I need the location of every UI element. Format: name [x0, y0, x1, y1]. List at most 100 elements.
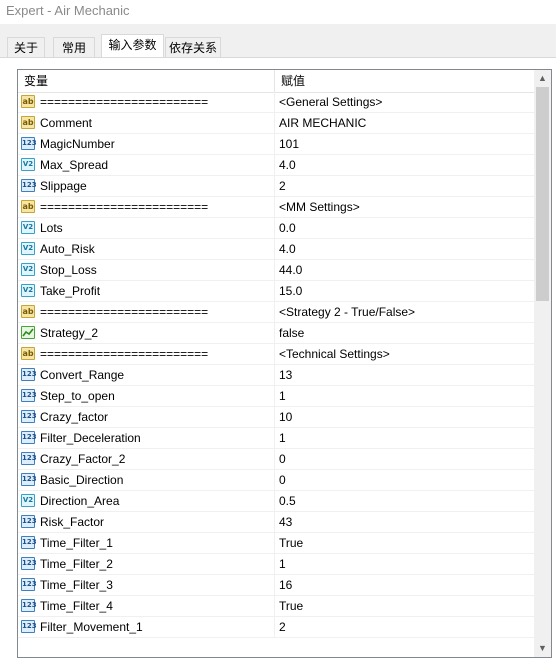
cell-divider [274, 470, 275, 491]
table-row[interactable]: V2 Direction_Area 0.5 [18, 491, 534, 512]
cell-divider [274, 575, 275, 596]
grid-rows: ab ======================== <General Setti… [18, 92, 534, 638]
variable-name: Take_Profit [40, 284, 101, 298]
variable-value[interactable]: 0.5 [279, 491, 296, 511]
parameters-grid[interactable]: 变量 赋值 ab ======================== <General… [17, 69, 552, 658]
cell-divider [274, 386, 275, 407]
scroll-down-icon[interactable]: ▼ [534, 640, 551, 657]
variable-value[interactable]: <MM Settings> [279, 197, 360, 217]
double-icon: V2 [21, 284, 35, 297]
variable-value[interactable]: 0 [279, 449, 286, 469]
table-row[interactable]: ab ======================== <Strategy 2 - … [18, 302, 534, 323]
integer-icon: 123 [21, 620, 37, 633]
cell-divider [274, 92, 275, 113]
tab-about[interactable]: 关于 [7, 37, 45, 57]
cell-divider [274, 281, 275, 302]
variable-name: ======================== [40, 200, 209, 214]
variable-value[interactable]: <General Settings> [279, 92, 382, 112]
table-row[interactable]: 123 Crazy_Factor_2 0 [18, 449, 534, 470]
table-row[interactable]: V2 Auto_Risk 4.0 [18, 239, 534, 260]
text-icon: ab [21, 95, 35, 108]
scroll-up-icon[interactable]: ▲ [534, 70, 551, 87]
cell-divider [274, 428, 275, 449]
integer-icon: 123 [21, 599, 37, 612]
column-divider[interactable] [274, 70, 275, 92]
integer-icon: 123 [21, 389, 37, 402]
table-row[interactable]: 123 Time_Filter_2 1 [18, 554, 534, 575]
tab-common[interactable]: 常用 [53, 37, 95, 57]
variable-name: Filter_Deceleration [40, 431, 141, 445]
table-row[interactable]: 123 Time_Filter_1 True [18, 533, 534, 554]
tab-dependencies[interactable]: 依存关系 [165, 37, 221, 57]
variable-value[interactable]: 15.0 [279, 281, 302, 301]
variable-value[interactable]: <Technical Settings> [279, 344, 390, 364]
table-row[interactable]: V2 Max_Spread 4.0 [18, 155, 534, 176]
table-row[interactable]: ab ======================== <General Setti… [18, 92, 534, 113]
variable-name: Comment [40, 116, 93, 130]
variable-value[interactable]: 0 [279, 470, 286, 490]
cell-divider [274, 449, 275, 470]
variable-name: Step_to_open [40, 389, 115, 403]
table-row[interactable]: 123 MagicNumber 101 [18, 134, 534, 155]
table-row[interactable]: 123 Filter_Movement_1 2 [18, 617, 534, 638]
table-row[interactable]: 123 Time_Filter_3 16 [18, 575, 534, 596]
table-row[interactable]: Strategy_2 false [18, 323, 534, 344]
table-row[interactable]: V2 Lots 0.0 [18, 218, 534, 239]
variable-value[interactable]: 1 [279, 428, 286, 448]
variable-value[interactable]: AIR MECHANIC [279, 113, 366, 133]
integer-icon: 123 [21, 452, 37, 465]
scroll-thumb[interactable] [536, 87, 549, 301]
variable-value[interactable]: 16 [279, 575, 292, 595]
variable-name: Time_Filter_1 [40, 536, 113, 550]
table-row[interactable]: V2 Take_Profit 15.0 [18, 281, 534, 302]
variable-value[interactable]: 2 [279, 176, 286, 196]
table-row[interactable]: 123 Time_Filter_4 True [18, 596, 534, 617]
variable-value[interactable]: 10 [279, 407, 292, 427]
cell-divider [274, 239, 275, 260]
table-row[interactable]: ab ======================== <Technical Set… [18, 344, 534, 365]
variable-value[interactable]: 0.0 [279, 218, 296, 238]
variable-value[interactable]: 101 [279, 134, 299, 154]
variable-name: Filter_Movement_1 [40, 620, 143, 634]
variable-name: Direction_Area [40, 494, 120, 508]
variable-name: Basic_Direction [40, 473, 124, 487]
variable-name: ======================== [40, 305, 209, 319]
variable-value[interactable]: 1 [279, 554, 286, 574]
window-title: Expert - Air Mechanic [0, 0, 556, 24]
variable-value[interactable]: 44.0 [279, 260, 302, 280]
variable-value[interactable]: 43 [279, 512, 292, 532]
table-row[interactable]: 123 Crazy_factor 10 [18, 407, 534, 428]
table-row[interactable]: 123 Risk_Factor 43 [18, 512, 534, 533]
table-row[interactable]: 123 Step_to_open 1 [18, 386, 534, 407]
column-header-value[interactable]: 赋值 [281, 70, 305, 92]
variable-value[interactable]: 2 [279, 617, 286, 637]
cell-divider [274, 596, 275, 617]
variable-value[interactable]: 13 [279, 365, 292, 385]
variable-value[interactable]: 4.0 [279, 239, 296, 259]
cell-divider [274, 323, 275, 344]
variable-value[interactable]: True [279, 596, 303, 616]
tab-bar: 关于 常用 输入参数 依存关系 [0, 24, 556, 58]
variable-value[interactable]: 1 [279, 386, 286, 406]
table-row[interactable]: 123 Slippage 2 [18, 176, 534, 197]
text-icon: ab [21, 347, 35, 360]
integer-icon: 123 [21, 536, 37, 549]
tab-inputs[interactable]: 输入参数 [101, 34, 164, 58]
table-row[interactable]: 123 Filter_Deceleration 1 [18, 428, 534, 449]
table-row[interactable]: 123 Basic_Direction 0 [18, 470, 534, 491]
integer-icon: 123 [21, 410, 37, 423]
variable-name: MagicNumber [40, 137, 115, 151]
cell-divider [274, 134, 275, 155]
variable-name: Time_Filter_2 [40, 557, 113, 571]
table-row[interactable]: V2 Stop_Loss 44.0 [18, 260, 534, 281]
table-row[interactable]: ab ======================== <MM Settings> [18, 197, 534, 218]
variable-value[interactable]: True [279, 533, 303, 553]
variable-value[interactable]: 4.0 [279, 155, 296, 175]
table-row[interactable]: ab Comment AIR MECHANIC [18, 113, 534, 134]
integer-icon: 123 [21, 431, 37, 444]
variable-value[interactable]: <Strategy 2 - True/False> [279, 302, 415, 322]
variable-value[interactable]: false [279, 323, 304, 343]
column-header-variable[interactable]: 变量 [24, 70, 48, 92]
vertical-scrollbar[interactable]: ▲ ▼ [534, 70, 551, 657]
table-row[interactable]: 123 Convert_Range 13 [18, 365, 534, 386]
